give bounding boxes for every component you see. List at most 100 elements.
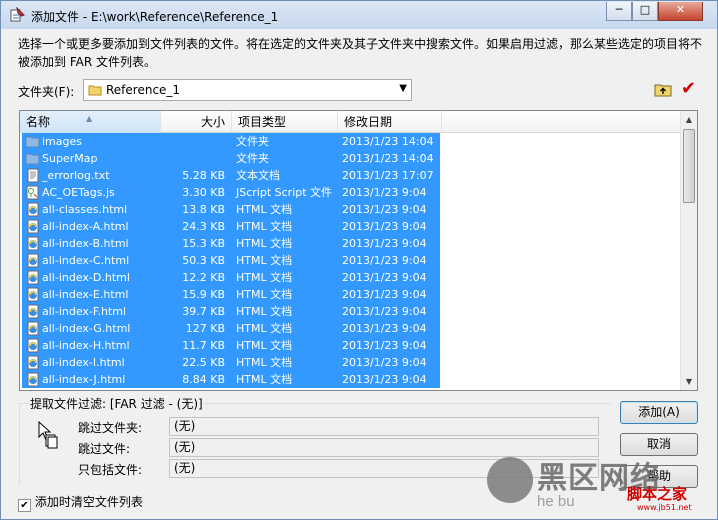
minimize-button[interactable]: ─ — [606, 2, 632, 21]
file-row[interactable]: SuperMap 文件夹 2013/1/23 14:04 — [20, 150, 681, 167]
file-type: HTML 文档 — [236, 288, 293, 301]
folder-dropdown[interactable]: Reference_1 ▼ — [83, 79, 412, 101]
file-type: HTML 文档 — [236, 203, 293, 216]
column-header-size[interactable]: 大小 — [161, 111, 232, 133]
chevron-down-icon: ▼ — [399, 83, 407, 94]
file-type: HTML 文档 — [236, 339, 293, 352]
scroll-down-icon: ▼ — [685, 377, 693, 386]
file-size: 127 KB — [185, 322, 225, 335]
file-name: all-index-B.html — [42, 237, 129, 250]
maximize-button[interactable]: □ — [632, 2, 658, 21]
html-file-icon — [27, 372, 39, 387]
dialog-description: 选择一个或更多要添加到文件列表的文件。将在选定的文件夹及其子文件夹中搜索文件。如… — [18, 37, 703, 69]
file-type: HTML 文档 — [236, 373, 293, 386]
watermark-url: www.jb51.net — [637, 503, 692, 512]
clear-list-on-add-checkbox[interactable]: ✔ 添加时清空文件列表 — [18, 493, 143, 512]
scroll-thumb[interactable] — [683, 129, 695, 203]
clear-list-on-add-label: 添加时清空文件列表 — [34, 495, 143, 509]
file-date: 2013/1/23 9:04 — [342, 254, 427, 267]
file-name: SuperMap — [42, 152, 98, 165]
filter-group-title: 提取文件过滤: [FAR 过滤 - (无)] — [29, 395, 204, 412]
file-size: 15.9 KB — [182, 288, 225, 301]
skip-files-label: 跳过文件: — [78, 442, 131, 456]
html-file-icon — [27, 253, 39, 268]
add-button[interactable]: 添加(A) — [620, 401, 698, 424]
file-row[interactable]: all-index-B.html 15.3 KB HTML 文档 2013/1/23 … — [20, 235, 681, 252]
file-size: 50.3 KB — [182, 254, 225, 267]
file-size: 15.3 KB — [182, 237, 225, 250]
include-only-label: 只包括文件: — [78, 463, 143, 477]
file-size: 13.8 KB — [182, 203, 225, 216]
file-size: 24.3 KB — [182, 220, 225, 233]
folder-icon — [25, 153, 40, 165]
file-type: HTML 文档 — [236, 220, 293, 233]
skip-folders-label: 跳过文件夹: — [78, 421, 143, 435]
scroll-up-button[interactable]: ▲ — [681, 111, 697, 128]
file-size: 5.28 KB — [182, 169, 225, 182]
file-row[interactable]: all-classes.html 13.8 KB HTML 文档 2013/1/23 … — [20, 201, 681, 218]
file-list[interactable]: ▲ 名称 大小 项目类型 修改日期 images 文件夹 2013/1/23 14:… — [19, 110, 698, 391]
folder-up-icon[interactable] — [654, 81, 672, 97]
file-row[interactable]: _errorlog.txt 5.28 KB 文本文档 2013/1/23 17:07 — [20, 167, 681, 184]
html-file-icon — [27, 304, 39, 319]
file-type: HTML 文档 — [236, 322, 293, 335]
file-date: 2013/1/23 9:04 — [342, 305, 427, 318]
column-header-label: 大小 — [200, 115, 225, 129]
file-type: 文件夹 — [236, 152, 269, 165]
checkmark-icon[interactable]: ✔ — [681, 78, 696, 99]
file-row[interactable]: images 文件夹 2013/1/23 14:04 — [20, 133, 681, 150]
file-type: JScript Script 文件 — [236, 186, 333, 199]
file-size: 8.84 KB — [182, 373, 225, 386]
file-name: all-index-J.html — [42, 373, 126, 386]
file-date: 2013/1/23 14:04 — [342, 135, 434, 148]
html-file-icon — [27, 287, 39, 302]
watermark-logo-icon — [487, 457, 533, 503]
file-type: HTML 文档 — [236, 254, 293, 267]
file-type: 文本文档 — [236, 169, 280, 182]
file-row[interactable]: all-index-H.html 11.7 KB HTML 文档 2013/1/23 … — [20, 337, 681, 354]
file-row[interactable]: all-index-G.html 127 KB HTML 文档 2013/1/23 9… — [20, 320, 681, 337]
file-date: 2013/1/23 9:04 — [342, 237, 427, 250]
add-file-app-icon — [10, 7, 25, 22]
file-size: 11.7 KB — [182, 339, 225, 352]
file-name: all-index-I.html — [42, 356, 125, 369]
file-name: all-index-D.html — [42, 271, 130, 284]
column-header-name[interactable]: ▲ 名称 — [20, 111, 161, 133]
column-header-label: 名称 — [26, 115, 51, 129]
file-list-header: ▲ 名称 大小 项目类型 修改日期 — [20, 111, 681, 133]
file-date: 2013/1/23 9:04 — [342, 220, 427, 233]
vertical-scrollbar[interactable]: ▲ ▼ — [680, 111, 697, 390]
script-file-icon — [26, 185, 39, 200]
folder-label: 文件夹(F): — [18, 85, 75, 99]
file-row[interactable]: AC_OETags.js 3.30 KB JScript Script 文件 2013… — [20, 184, 681, 201]
watermark-red-text: 脚本之家 — [627, 485, 688, 503]
file-row[interactable]: all-index-I.html 22.5 KB HTML 文档 2013/1/23 … — [20, 354, 681, 371]
column-header-label: 项目类型 — [238, 115, 287, 129]
scroll-down-button[interactable]: ▼ — [681, 373, 697, 390]
folder-value: Reference_1 — [106, 83, 181, 97]
file-name: all-index-A.html — [42, 220, 129, 233]
file-row[interactable]: all-index-D.html 12.2 KB HTML 文档 2013/1/23 … — [20, 269, 681, 286]
html-file-icon — [27, 355, 39, 370]
html-file-icon — [27, 219, 39, 234]
column-header-label: 修改日期 — [344, 115, 393, 129]
file-row[interactable]: all-index-E.html 15.9 KB HTML 文档 2013/1/23 … — [20, 286, 681, 303]
window-title: 添加文件 - E:\work\Reference\Reference_1 — [31, 10, 279, 24]
file-row[interactable]: all-index-A.html 24.3 KB HTML 文档 2013/1/23 … — [20, 218, 681, 235]
file-size: 22.5 KB — [182, 356, 225, 369]
file-date: 2013/1/23 14:04 — [342, 152, 434, 165]
file-size: 39.7 KB — [182, 305, 225, 318]
watermark: 黑区网络 he bu 脚本之家 www.jb51.net — [487, 453, 715, 517]
drag-files-cursor-icon — [38, 421, 58, 449]
file-row[interactable]: all-index-J.html 8.84 KB HTML 文档 2013/1/23 … — [20, 371, 681, 388]
file-date: 2013/1/23 17:07 — [342, 169, 434, 182]
file-name: all-index-C.html — [42, 254, 130, 267]
maximize-icon: □ — [639, 3, 651, 16]
file-row[interactable]: all-index-C.html 50.3 KB HTML 文档 2013/1/23 … — [20, 252, 681, 269]
file-row[interactable]: all-index-F.html 39.7 KB HTML 文档 2013/1/23 … — [20, 303, 681, 320]
column-header-date[interactable]: 修改日期 — [338, 111, 442, 133]
column-header-type[interactable]: 项目类型 — [232, 111, 338, 133]
watermark-sub-text: he bu — [537, 493, 575, 510]
close-button[interactable]: ✕ — [658, 2, 703, 21]
file-name: _errorlog.txt — [42, 169, 110, 182]
